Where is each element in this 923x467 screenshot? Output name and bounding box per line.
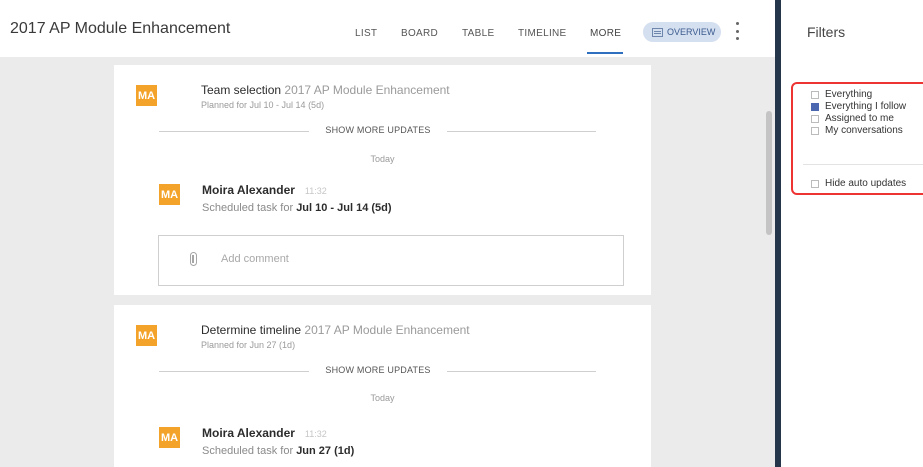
comment-input[interactable]: Add comment bbox=[158, 235, 624, 286]
overview-button[interactable]: OVERVIEW bbox=[643, 22, 721, 42]
tab-table[interactable]: TABLE bbox=[462, 28, 494, 39]
filter-separator bbox=[803, 164, 923, 165]
update-dates: Jun 27 (1d) bbox=[296, 445, 355, 457]
comment-placeholder[interactable]: Add comment bbox=[221, 253, 289, 265]
overview-icon bbox=[652, 27, 663, 37]
filter-label: Everything bbox=[825, 89, 873, 100]
task-planned-dates: Planned for Jul 10 - Jul 14 (5d) bbox=[201, 100, 325, 110]
update-dates: Jul 10 - Jul 14 (5d) bbox=[296, 202, 392, 214]
show-more-label[interactable]: SHOW MORE UPDATES bbox=[309, 365, 447, 375]
filter-label: Assigned to me bbox=[825, 113, 894, 124]
day-separator: Today bbox=[370, 154, 395, 164]
active-tab-indicator bbox=[587, 52, 623, 54]
more-vertical-icon[interactable] bbox=[734, 22, 740, 40]
task-name[interactable]: Determine timeline bbox=[201, 323, 301, 337]
project-title: 2017 AP Module Enhancement bbox=[10, 20, 231, 37]
avatar: MA bbox=[159, 427, 180, 448]
filter-my-conversations[interactable]: My conversations bbox=[811, 125, 903, 136]
avatar: MA bbox=[136, 85, 157, 106]
filters-title: Filters bbox=[807, 24, 846, 40]
update-time: 11:32 bbox=[304, 429, 327, 439]
update-author: Moira Alexander 11:32 bbox=[202, 426, 327, 440]
task-card: MA Team selection 2017 AP Module Enhance… bbox=[114, 65, 651, 295]
day-separator: Today bbox=[370, 393, 395, 403]
update-text: Scheduled task for Jul 10 - Jul 14 (5d) bbox=[202, 202, 392, 214]
author-name[interactable]: Moira Alexander bbox=[202, 183, 295, 197]
author-name[interactable]: Moira Alexander bbox=[202, 426, 295, 440]
task-project[interactable]: 2017 AP Module Enhancement bbox=[304, 323, 469, 337]
filter-label: My conversations bbox=[825, 125, 903, 136]
task-project[interactable]: 2017 AP Module Enhancement bbox=[284, 83, 449, 97]
update-author: Moira Alexander 11:32 bbox=[202, 183, 327, 197]
task-planned-dates: Planned for Jun 27 (1d) bbox=[201, 340, 296, 350]
checkbox-icon[interactable] bbox=[811, 102, 819, 111]
update-text: Scheduled task for Jun 27 (1d) bbox=[202, 445, 354, 457]
overview-label: OVERVIEW bbox=[667, 27, 716, 37]
checkbox-icon[interactable] bbox=[811, 126, 819, 135]
filter-assigned-to-me[interactable]: Assigned to me bbox=[811, 113, 894, 124]
update-prefix: Scheduled task for bbox=[202, 445, 294, 457]
show-more-updates[interactable]: SHOW MORE UPDATES bbox=[159, 365, 596, 377]
filter-hide-auto-updates[interactable]: Hide auto updates bbox=[811, 178, 906, 189]
checkbox-icon[interactable] bbox=[811, 114, 819, 123]
filter-everything[interactable]: Everything bbox=[811, 89, 872, 100]
filter-everything-i-follow[interactable]: Everything I follow bbox=[811, 101, 906, 112]
paperclip-icon[interactable] bbox=[190, 252, 197, 266]
task-title[interactable]: Team selection 2017 AP Module Enhancemen… bbox=[201, 83, 450, 97]
task-name[interactable]: Team selection bbox=[201, 83, 281, 97]
show-more-label[interactable]: SHOW MORE UPDATES bbox=[309, 125, 447, 135]
filter-label: Everything I follow bbox=[825, 101, 907, 112]
tab-list[interactable]: LIST bbox=[355, 28, 377, 39]
tab-timeline[interactable]: TIMELINE bbox=[518, 28, 567, 39]
avatar: MA bbox=[159, 184, 180, 205]
tab-board[interactable]: BOARD bbox=[401, 28, 438, 39]
update-time: 11:32 bbox=[304, 186, 327, 196]
checkbox-icon[interactable] bbox=[811, 179, 819, 188]
feed-scrollbar[interactable] bbox=[766, 111, 772, 235]
show-more-updates[interactable]: SHOW MORE UPDATES bbox=[159, 125, 596, 137]
task-title[interactable]: Determine timeline 2017 AP Module Enhanc… bbox=[201, 323, 470, 337]
checkbox-icon[interactable] bbox=[811, 90, 819, 99]
filter-label: Hide auto updates bbox=[825, 178, 907, 189]
app-header: 2017 AP Module Enhancement LIST BOARD TA… bbox=[0, 0, 775, 57]
filters-panel: Filters Everything Everything I follow A… bbox=[781, 0, 923, 467]
avatar: MA bbox=[136, 325, 157, 346]
update-prefix: Scheduled task for bbox=[202, 202, 294, 214]
task-card: MA Determine timeline 2017 AP Module Enh… bbox=[114, 305, 651, 467]
tab-more[interactable]: MORE bbox=[590, 28, 621, 39]
